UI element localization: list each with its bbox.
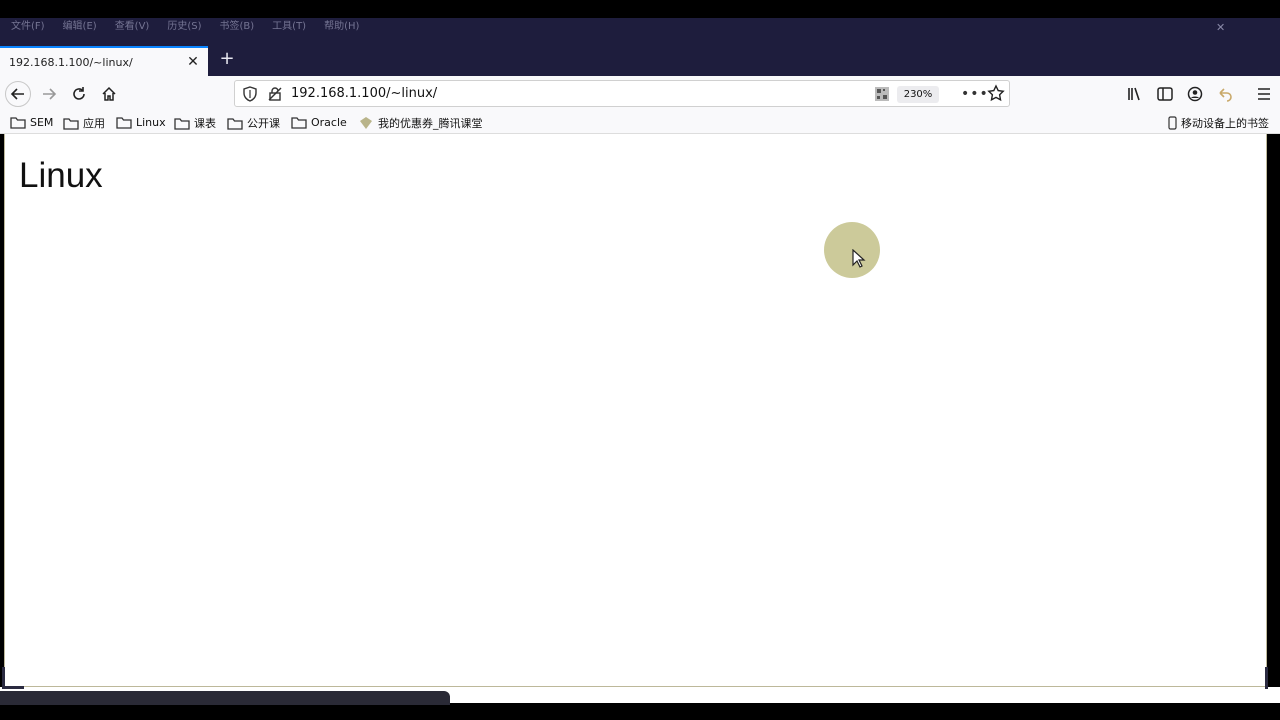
bookmark-label: 应用: [83, 117, 105, 130]
menu-help[interactable]: 帮助(H): [315, 18, 368, 36]
menu-file[interactable]: 文件(F): [2, 18, 54, 36]
menu-bookmarks[interactable]: 书签(B): [211, 18, 264, 36]
bookmark-label: Linux: [136, 115, 166, 129]
bookmark-public-class[interactable]: 公开课: [227, 115, 280, 131]
taskbar-strip: [0, 691, 450, 705]
forward-arrow-icon: [43, 88, 57, 100]
forward-button[interactable]: [37, 82, 61, 106]
folder-icon: [227, 118, 243, 130]
navigation-toolbar: 192.168.1.100/~linux/ 230% •••: [0, 76, 1280, 112]
mobile-device-icon: [1168, 116, 1177, 130]
top-black-strip: [0, 0, 1280, 18]
tencent-class-icon: [360, 117, 372, 129]
back-arrow-icon: [10, 88, 24, 100]
bookmark-sem[interactable]: SEM: [10, 115, 53, 129]
reload-button[interactable]: [67, 82, 91, 106]
folder-icon: [10, 117, 26, 129]
page-actions-more-icon[interactable]: •••: [961, 85, 989, 103]
mobile-bookmarks[interactable]: 移动设备上的书签: [1168, 115, 1269, 131]
account-icon[interactable]: [1186, 85, 1204, 103]
window-close-icon[interactable]: ✕: [1216, 22, 1226, 33]
tab-close-icon[interactable]: ✕: [184, 53, 202, 71]
bookmark-label: 课表: [194, 117, 216, 130]
bookmark-linux[interactable]: Linux: [116, 115, 166, 129]
sidebar-icon[interactable]: [1156, 85, 1174, 103]
home-icon: [102, 86, 116, 101]
page-heading: Linux: [19, 156, 103, 195]
page-content: Linux: [4, 134, 1267, 687]
menu-tools[interactable]: 工具(T): [263, 18, 315, 36]
bookmark-label: 公开课: [247, 117, 280, 130]
url-bar[interactable]: 192.168.1.100/~linux/ 230% •••: [234, 80, 1010, 107]
shield-icon[interactable]: [242, 86, 258, 102]
title-bar: 文件(F) 编辑(E) 查看(V) 历史(S) 书签(B) 工具(T) 帮助(H…: [0, 18, 1280, 76]
bookmark-label: Oracle: [311, 115, 347, 129]
menu-edit[interactable]: 编辑(E): [54, 18, 106, 36]
menu-history[interactable]: 历史(S): [158, 18, 210, 36]
url-text[interactable]: 192.168.1.100/~linux/: [291, 81, 437, 107]
bottom-black-strip: [0, 703, 1280, 720]
mobile-bookmarks-label: 移动设备上的书签: [1181, 117, 1269, 130]
new-tab-button[interactable]: +: [217, 48, 237, 72]
bookmark-label: SEM: [30, 115, 54, 129]
bookmark-oracle[interactable]: Oracle: [291, 115, 347, 129]
tab-active[interactable]: 192.168.1.100/~linux/ ✕: [0, 46, 208, 76]
back-button[interactable]: [5, 81, 31, 107]
tab-title: 192.168.1.100/~linux/: [9, 55, 133, 69]
bookmark-tencent-coupon[interactable]: 我的优惠券_腾讯课堂: [358, 115, 483, 131]
frame-corner-right: [1265, 667, 1268, 689]
insecure-lock-icon[interactable]: [267, 86, 283, 102]
reload-icon: [73, 87, 85, 100]
mouse-pointer-icon: [852, 249, 866, 268]
folder-icon: [116, 117, 132, 129]
bookmark-star-icon[interactable]: [987, 84, 1005, 102]
zoom-level-badge[interactable]: 230%: [897, 86, 939, 103]
folder-icon: [291, 117, 307, 129]
bookmark-apps[interactable]: 应用: [63, 115, 105, 131]
bookmarks-toolbar: SEM 应用 Linux 课表 公开课 Oracle 我的优惠券_腾讯课堂 移动…: [0, 112, 1280, 134]
folder-icon: [63, 118, 79, 130]
hamburger-menu-icon[interactable]: [1255, 85, 1273, 103]
qr-code-icon[interactable]: [875, 87, 889, 101]
menu-view[interactable]: 查看(V): [106, 18, 159, 36]
folder-icon: [174, 118, 190, 130]
library-icon[interactable]: [1126, 85, 1144, 103]
bookmark-schedule[interactable]: 课表: [174, 115, 216, 131]
frame-corner-left: [2, 667, 24, 689]
home-button[interactable]: [97, 82, 121, 106]
bookmark-label: 我的优惠券_腾讯课堂: [378, 117, 483, 130]
menu-bar: 文件(F) 编辑(E) 查看(V) 历史(S) 书签(B) 工具(T) 帮助(H…: [0, 18, 368, 36]
undo-arrow-icon[interactable]: [1216, 85, 1234, 103]
